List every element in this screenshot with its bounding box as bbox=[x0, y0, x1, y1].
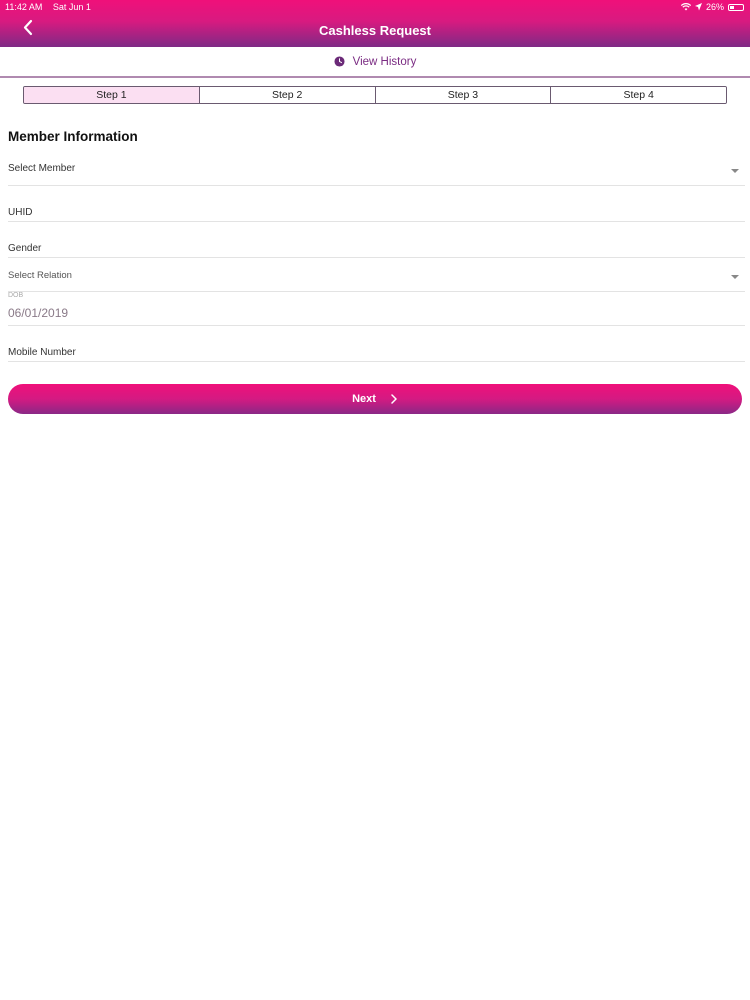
uhid-label: UHID bbox=[8, 207, 33, 218]
status-date: Sat Jun 1 bbox=[52, 2, 91, 12]
clock-icon bbox=[334, 56, 345, 67]
section-title: Member Information bbox=[8, 129, 138, 144]
uhid-field[interactable]: UHID bbox=[8, 186, 745, 222]
battery-percent: 26% bbox=[705, 2, 724, 12]
history-bar: View History bbox=[0, 47, 750, 78]
dob-field[interactable]: DOB 06/01/2019 bbox=[8, 292, 745, 326]
app-header: 11:42 AM Sat Jun 1 26% Cashless Request bbox=[0, 0, 750, 47]
gender-field[interactable]: Gender bbox=[8, 222, 745, 258]
mobile-number-label: Mobile Number bbox=[8, 347, 76, 358]
next-button-label: Next bbox=[352, 393, 376, 405]
chevron-right-icon bbox=[391, 394, 397, 404]
dob-value: 06/01/2019 bbox=[8, 306, 69, 320]
view-history-label: View History bbox=[352, 55, 417, 68]
status-time: 11:42 AM bbox=[5, 2, 43, 12]
step-1-tab[interactable]: Step 1 bbox=[24, 87, 199, 103]
wifi-icon bbox=[680, 3, 691, 11]
mobile-number-field[interactable]: Mobile Number bbox=[8, 326, 745, 362]
next-button[interactable]: Next bbox=[8, 384, 742, 414]
status-bar: 11:42 AM Sat Jun 1 26% bbox=[0, 0, 750, 14]
step-4-tab[interactable]: Step 4 bbox=[550, 87, 726, 103]
status-left: 11:42 AM Sat Jun 1 bbox=[5, 2, 99, 12]
battery-icon bbox=[728, 3, 744, 11]
dob-caption: DOB bbox=[8, 292, 24, 299]
page-title: Cashless Request bbox=[319, 23, 431, 38]
gender-label: Gender bbox=[8, 243, 42, 254]
dropdown-arrow-icon bbox=[731, 275, 739, 279]
select-member-placeholder: Select Member bbox=[8, 163, 76, 174]
status-right: 26% bbox=[680, 2, 744, 12]
select-relation-placeholder: Select Relation bbox=[8, 270, 72, 281]
select-relation-dropdown[interactable]: Select Relation bbox=[8, 258, 745, 292]
select-member-dropdown[interactable]: Select Member bbox=[8, 155, 745, 186]
dropdown-arrow-icon bbox=[731, 169, 739, 173]
step-2-tab[interactable]: Step 2 bbox=[198, 87, 375, 103]
step-3-tab[interactable]: Step 3 bbox=[374, 87, 551, 103]
view-history-link[interactable]: View History bbox=[334, 55, 417, 68]
stepper: Step 1 Step 2 Step 3 Step 4 bbox=[23, 86, 727, 104]
location-icon bbox=[694, 3, 702, 11]
